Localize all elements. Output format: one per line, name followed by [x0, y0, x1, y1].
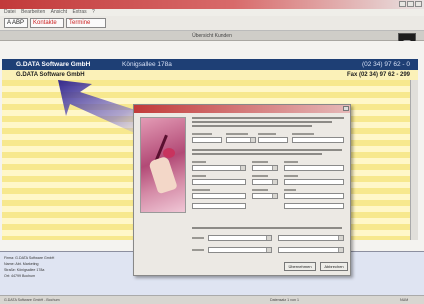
close-icon[interactable] [415, 1, 422, 7]
field-label [192, 189, 210, 191]
description-line [192, 121, 332, 123]
dropdown-field[interactable] [278, 247, 344, 253]
field-label [284, 161, 298, 163]
street: Königsallee 178a [122, 61, 172, 68]
maximize-icon[interactable] [407, 1, 414, 7]
dropdown-field[interactable] [278, 235, 344, 241]
description-line [192, 153, 322, 155]
description-line [192, 149, 342, 151]
menu-view[interactable]: Ansicht [51, 9, 67, 16]
field-label [284, 189, 296, 191]
status-left: G.DATA Software GmbH - Bochum [4, 298, 60, 302]
field-label [252, 175, 268, 177]
field-label [226, 133, 248, 135]
status-middle: Datensatz 1 von 1 [270, 298, 299, 302]
field-label [258, 133, 276, 135]
menu-extras[interactable]: Extras [72, 9, 86, 16]
dropdown-field[interactable] [252, 165, 278, 171]
description-line [192, 125, 312, 127]
apply-button[interactable]: Übernehmen [284, 262, 316, 271]
field-label [192, 249, 204, 251]
company-name-secondary: G.DATA Software GmbH [16, 72, 85, 78]
field-label [292, 133, 314, 135]
dialog-window: Übernehmen Abbrechen [133, 104, 351, 276]
section-title: Übersicht Kunden [192, 33, 232, 39]
dialog-close-icon[interactable] [343, 106, 349, 111]
dropdown-field[interactable] [226, 137, 256, 143]
record-header[interactable]: G.DATA Software GmbH Königsallee 178a (0… [2, 59, 418, 70]
record-row[interactable]: G.DATA Software GmbH Fax (02 34) 97 62 -… [2, 70, 418, 80]
title-bar [0, 0, 424, 9]
input-field[interactable] [284, 179, 344, 185]
field-label [192, 133, 212, 135]
dropdown-field[interactable] [208, 247, 272, 253]
field-label [284, 175, 298, 177]
input-field[interactable] [192, 193, 246, 199]
status-right: NUM [400, 298, 409, 302]
menu-file[interactable]: Datei [4, 9, 16, 16]
toolbar: A ABP Kontakte Termine [0, 16, 424, 31]
status-bar: G.DATA Software GmbH - Bochum Datensatz … [0, 295, 424, 304]
input-field[interactable] [192, 203, 246, 209]
dialog-title-bar [134, 105, 350, 113]
menu-help[interactable]: ? [92, 9, 95, 16]
toolbar-button-appointments[interactable]: Termine [66, 18, 106, 28]
hand-shape [148, 155, 178, 195]
input-field[interactable] [284, 203, 344, 209]
dropdown-field[interactable] [208, 235, 272, 241]
window-controls [399, 1, 422, 7]
description-line [192, 117, 344, 119]
company-name: G.DATA Software GmbH [16, 61, 91, 68]
minimize-icon[interactable] [399, 1, 406, 7]
field-label [192, 237, 204, 239]
field-label [192, 175, 206, 177]
description-line [192, 227, 342, 229]
detail-line: Ort: 44799 Bochum [4, 274, 36, 278]
phone: (02 34) 97 62 - 0 [361, 61, 410, 68]
dropdown-field[interactable] [192, 165, 246, 171]
input-field[interactable] [258, 137, 288, 143]
input-field[interactable] [292, 137, 344, 143]
detail-line: Name: Abt. Marketing [4, 262, 39, 266]
input-field[interactable] [192, 137, 222, 143]
menu-edit[interactable]: Bearbeiten [21, 9, 45, 16]
fax: Fax (02 34) 97 62 - 299 [346, 72, 410, 78]
input-field[interactable] [192, 179, 246, 185]
cancel-button[interactable]: Abbrechen [320, 262, 348, 271]
section-bar: Übersicht Kunden [0, 31, 424, 41]
dropdown-field[interactable] [252, 193, 278, 199]
dialog-illustration [140, 117, 186, 213]
input-field[interactable] [284, 165, 344, 171]
field-label [192, 161, 206, 163]
field-label [252, 161, 268, 163]
menu-bar: Datei Bearbeiten Ansicht Extras ? [0, 9, 424, 16]
field-label [252, 189, 268, 191]
toolbar-button-contacts[interactable]: Kontakte [30, 18, 64, 28]
toolbar-button-abp[interactable]: A ABP [4, 18, 28, 28]
input-field[interactable] [284, 193, 344, 199]
dropdown-field[interactable] [252, 179, 278, 185]
vertical-scrollbar[interactable] [410, 80, 418, 240]
detail-line: Firma: G.DATA Software GmbH [4, 256, 55, 260]
detail-line: Straße: Königsallee 178a [4, 268, 45, 272]
